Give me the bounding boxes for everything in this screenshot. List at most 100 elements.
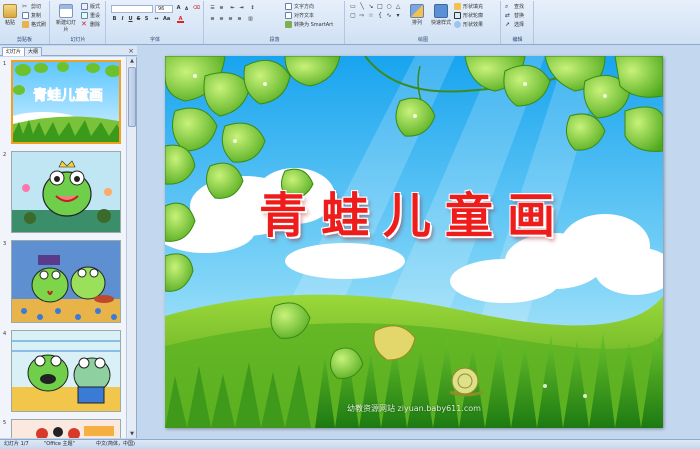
shadow-button[interactable]: S [143, 16, 150, 23]
font-group-label: 字体 [149, 37, 160, 43]
bullets-button[interactable]: ☰ [209, 5, 216, 12]
clipboard-group: 粘贴 ✂ 剪切 复制 格式刷 剪贴板 [0, 1, 50, 44]
slide-thumbnail-3[interactable] [11, 240, 121, 323]
thumbnail-number: 1 [3, 61, 7, 67]
paragraph-group-label: 段落 [269, 37, 280, 43]
scroll-thumb[interactable] [128, 67, 136, 127]
columns-button[interactable]: ▥ [247, 16, 254, 23]
font-name-select[interactable] [111, 5, 153, 13]
shape-textbox-icon[interactable]: ▭ [349, 3, 357, 10]
theme-name[interactable]: "Office 主题" [44, 440, 75, 449]
align-text-icon [285, 12, 292, 19]
reset-button[interactable]: 重设 [81, 12, 100, 19]
align-center-button[interactable]: ≡ [218, 16, 225, 23]
increase-indent-button[interactable]: ⇥ [238, 5, 245, 12]
shape-block-arrow-icon[interactable]: ⇨ [358, 12, 366, 19]
numbering-button[interactable]: ≡ [218, 5, 225, 12]
decrease-indent-button[interactable]: ⇤ [229, 5, 236, 12]
drawing-group: ▭ ╲ ↘ □ ○ △ ▢ ⇨ ☆ { ∿ ▾ 排列 快速样式 形状填充 形状轮… [346, 1, 501, 44]
shape-arrow-icon[interactable]: ↘ [367, 3, 375, 10]
thumbnail-3-image [12, 241, 120, 322]
justify-button[interactable]: ≡ [236, 16, 243, 23]
italic-button[interactable]: I [119, 16, 126, 23]
shape-effects-button[interactable]: 形状效果 [454, 21, 483, 28]
tab-slides[interactable]: 幻灯片 [2, 47, 26, 56]
slide-thumbnail-4[interactable] [11, 330, 121, 412]
slide-editor: 青蛙儿童画 幼教资源网站 ziyuan.baby611.com [138, 46, 700, 438]
thumbnail-number: 4 [3, 331, 7, 337]
scroll-down-icon[interactable]: ▼ [128, 430, 136, 438]
paste-button[interactable]: 粘贴 [3, 4, 17, 26]
close-panel-icon[interactable]: × [128, 47, 134, 55]
slides-group-label: 幻灯片 [70, 37, 86, 43]
layout-button[interactable]: 版式 [81, 3, 100, 10]
strikethrough-button[interactable]: S [135, 16, 142, 23]
shrink-font-button[interactable]: A [183, 5, 190, 12]
cut-button[interactable]: ✂ 剪切 [22, 3, 41, 10]
quick-styles-button[interactable]: 快速样式 [431, 4, 451, 26]
editing-group: ⌕ 查找 ⇄ 替换 ➚ 选择 编辑 [502, 1, 534, 44]
new-slide-icon [59, 4, 73, 18]
line-spacing-button[interactable]: ↕ [249, 5, 256, 12]
thumbnail-number: 2 [3, 152, 7, 158]
thumbnail-number: 3 [3, 241, 7, 247]
shape-oval-icon[interactable]: ○ [385, 3, 393, 10]
brush-icon [22, 21, 29, 28]
ribbon: 粘贴 ✂ 剪切 复制 格式刷 剪贴板 新建幻灯片 版式 重设 ✕ 删除 幻灯片 96… [0, 0, 700, 45]
shape-curve-icon[interactable]: ∿ [385, 12, 393, 19]
clear-format-button[interactable]: ⌫ [193, 5, 200, 12]
binoculars-icon: ⌕ [505, 3, 509, 10]
font-size-select[interactable]: 96 [155, 5, 173, 13]
pen-icon [454, 12, 461, 19]
slide-thumbnail-1[interactable]: 青蛙儿童画 [11, 60, 121, 144]
shape-fill-button[interactable]: 形状填充 [454, 3, 483, 10]
thumbnail-scrollbar[interactable]: ▲ ▼ [126, 57, 136, 438]
align-text-button[interactable]: 对齐文本 [285, 12, 314, 19]
slide-canvas[interactable]: 青蛙儿童画 幼教资源网站 ziyuan.baby611.com [165, 56, 663, 428]
slides-group: 新建幻灯片 版式 重设 ✕ 删除 幻灯片 [51, 1, 106, 44]
thumbnail-1-title: 青蛙儿童画 [33, 87, 103, 104]
select-button[interactable]: ➚ 选择 [505, 21, 524, 28]
convert-smartart-button[interactable]: 转换为 SmartArt [285, 21, 333, 28]
panel-tabs: 幻灯片 大纲 × [0, 46, 137, 56]
slide-title[interactable]: 青蛙儿童画 [165, 176, 663, 246]
language-indicator[interactable]: 中文(简体，中国) [96, 440, 135, 449]
change-case-button[interactable]: Aa [163, 16, 170, 23]
shape-more-icon[interactable]: ▾ [394, 12, 402, 19]
effects-icon [454, 21, 461, 28]
format-painter-button[interactable]: 格式刷 [22, 21, 46, 28]
slide-thumbnail-panel: 1 青蛙儿童画 2 3 4 5 ▲ ▼ [0, 57, 137, 438]
slide-thumbnail-2[interactable] [11, 151, 121, 233]
text-direction-button[interactable]: 文字方向 [285, 3, 314, 10]
slide-thumbnail-5[interactable] [11, 419, 121, 438]
shape-brace-icon[interactable]: { [376, 12, 384, 19]
copy-button[interactable]: 复制 [22, 12, 41, 19]
shape-triangle-icon[interactable]: △ [394, 3, 402, 10]
replace-button[interactable]: ⇄ 替换 [505, 12, 524, 19]
layout-icon [81, 3, 88, 10]
font-color-button[interactable]: A [177, 16, 184, 23]
reset-icon [81, 12, 88, 19]
char-spacing-button[interactable]: ↔ [153, 16, 160, 23]
shape-rectangle-icon[interactable]: □ [376, 3, 384, 10]
new-slide-button[interactable]: 新建幻灯片 [55, 4, 77, 33]
align-left-button[interactable]: ≡ [209, 16, 216, 23]
paste-icon [3, 4, 17, 18]
bold-button[interactable]: B [111, 16, 118, 23]
replace-icon: ⇄ [505, 12, 511, 19]
thumbnail-5-image [12, 420, 120, 438]
delete-slide-button[interactable]: ✕ 删除 [81, 21, 100, 29]
underline-button[interactable]: U [127, 16, 134, 23]
slide-watermark: 幼教资源网站 ziyuan.baby611.com [347, 404, 481, 413]
arrange-button[interactable]: 排列 [410, 4, 424, 26]
align-right-button[interactable]: ≡ [227, 16, 234, 23]
find-button[interactable]: ⌕ 查找 [505, 3, 524, 10]
grow-font-button[interactable]: A [175, 5, 182, 12]
shape-line-icon[interactable]: ╲ [358, 3, 366, 10]
shape-outline-button[interactable]: 形状轮廓 [454, 12, 483, 19]
scroll-up-icon[interactable]: ▲ [128, 57, 136, 65]
tab-outline[interactable]: 大纲 [24, 47, 43, 56]
thumbnail-4-image [12, 331, 120, 411]
shape-star-icon[interactable]: ☆ [367, 12, 375, 19]
shape-rounded-rect-icon[interactable]: ▢ [349, 12, 357, 19]
